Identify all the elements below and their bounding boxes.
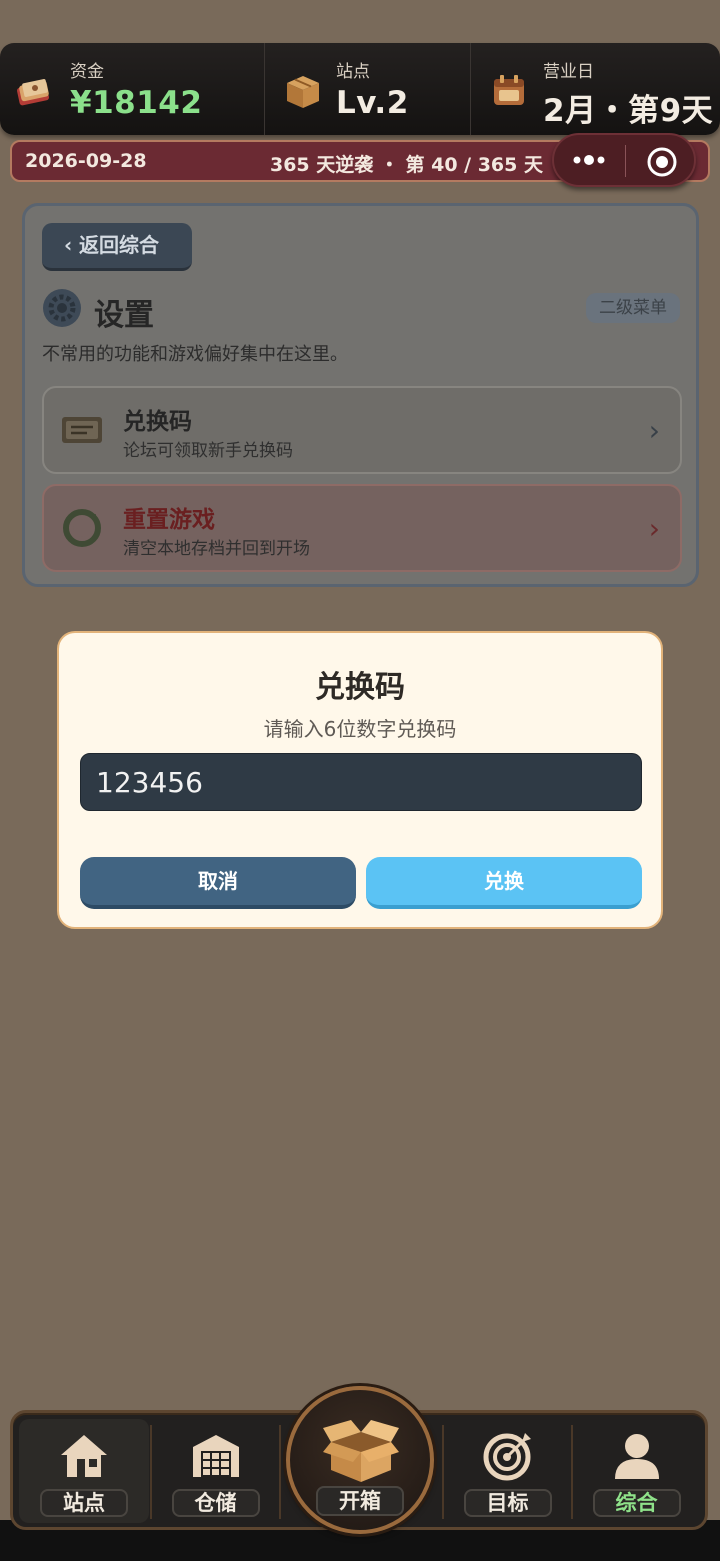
user-icon: [614, 1434, 659, 1479]
dialog-hint: 请输入6位数字兑换码: [263, 717, 457, 741]
chevron-right-icon: ›: [648, 414, 660, 447]
station-stat: 站点 Lv.2: [264, 43, 470, 135]
submenu-badge: 二级菜单: [586, 293, 680, 323]
station-label: 站点: [336, 62, 370, 82]
capsule-divider: [625, 145, 626, 177]
redeem-code-item[interactable]: 兑换码 论坛可领取新手兑换码 ›: [42, 386, 682, 474]
funds-value: ¥18142: [70, 85, 203, 121]
house-icon: [61, 1435, 107, 1477]
ticket-icon: [62, 417, 102, 443]
dialog-title: 兑换码: [315, 670, 405, 705]
target-icon: [483, 1433, 531, 1481]
redeem-code-input[interactable]: [80, 753, 642, 811]
redeem-button[interactable]: 兑换: [366, 857, 642, 909]
target-circle-icon[interactable]: [646, 146, 678, 178]
nav-item-overview[interactable]: 综合: [574, 1419, 699, 1523]
business-day-label: 营业日: [543, 62, 594, 82]
nav-divider: [571, 1425, 573, 1519]
nav-item-open-box[interactable]: 开箱: [286, 1386, 434, 1534]
nav-divider: [279, 1425, 281, 1519]
nav-divider: [442, 1425, 444, 1519]
nav-item-station[interactable]: 站点: [19, 1419, 149, 1523]
redeem-code-desc: 论坛可领取新手兑换码: [123, 441, 293, 461]
redeem-dialog: 兑换码 请输入6位数字兑换码 取消 兑换: [57, 631, 663, 929]
nav-label-overview: 综合: [592, 1489, 681, 1517]
open-box-icon: [323, 1420, 399, 1482]
reset-game-item[interactable]: 重置游戏 清空本地存档并回到开场 ›: [42, 484, 682, 572]
reset-ring-icon: [63, 509, 101, 547]
back-button[interactable]: ‹ 返回综合: [42, 223, 192, 271]
reset-game-title: 重置游戏: [123, 507, 215, 533]
nav-item-goals[interactable]: 目标: [445, 1419, 570, 1523]
business-day-stat: 营业日 2月・第9天: [470, 43, 720, 135]
page-description: 不常用的功能和游戏偏好集中在这里。: [42, 344, 348, 365]
redeem-code-title: 兑换码: [123, 409, 192, 435]
settings-card: ‹ 返回综合 设置 二级菜单 不常用的功能和游戏偏好集中在这里。 兑换码 论坛可…: [22, 203, 699, 587]
nav-item-warehouse[interactable]: 仓储: [153, 1419, 278, 1523]
business-day-value: 2月・第9天: [543, 93, 714, 129]
back-button-label: 返回综合: [79, 233, 159, 257]
stats-bar: 资金 ¥18142 站点 Lv.2 营业日 2月・第9天: [0, 43, 720, 135]
day-progress: 365 天逆袭 ・ 第 40 / 365 天: [269, 154, 543, 176]
warehouse-icon: [192, 1435, 239, 1477]
nav-label-open-box: 开箱: [316, 1486, 404, 1516]
more-dots-icon[interactable]: [567, 144, 611, 176]
reset-game-desc: 清空本地存档并回到开场: [123, 539, 310, 559]
nav-label-warehouse: 仓储: [171, 1489, 260, 1517]
funds-stat: 资金 ¥18142: [0, 43, 264, 135]
station-level: Lv.2: [336, 85, 409, 121]
nav-divider: [150, 1425, 152, 1519]
page-title: 设置: [94, 298, 154, 333]
cash-stack-icon: [17, 79, 49, 106]
current-date: 2026-09-28: [25, 150, 147, 172]
funds-label: 资金: [70, 62, 104, 82]
nav-label-goals: 目标: [463, 1489, 552, 1517]
mini-program-capsule: [552, 133, 696, 187]
chevron-left-icon: ‹: [64, 233, 73, 257]
chevron-right-icon: ›: [648, 512, 660, 545]
gear-icon: [43, 289, 81, 327]
nav-label-station: 站点: [40, 1489, 128, 1517]
cancel-button[interactable]: 取消: [80, 857, 356, 909]
calendar-box-icon: [494, 75, 524, 105]
cardboard-box-icon: [287, 76, 319, 108]
